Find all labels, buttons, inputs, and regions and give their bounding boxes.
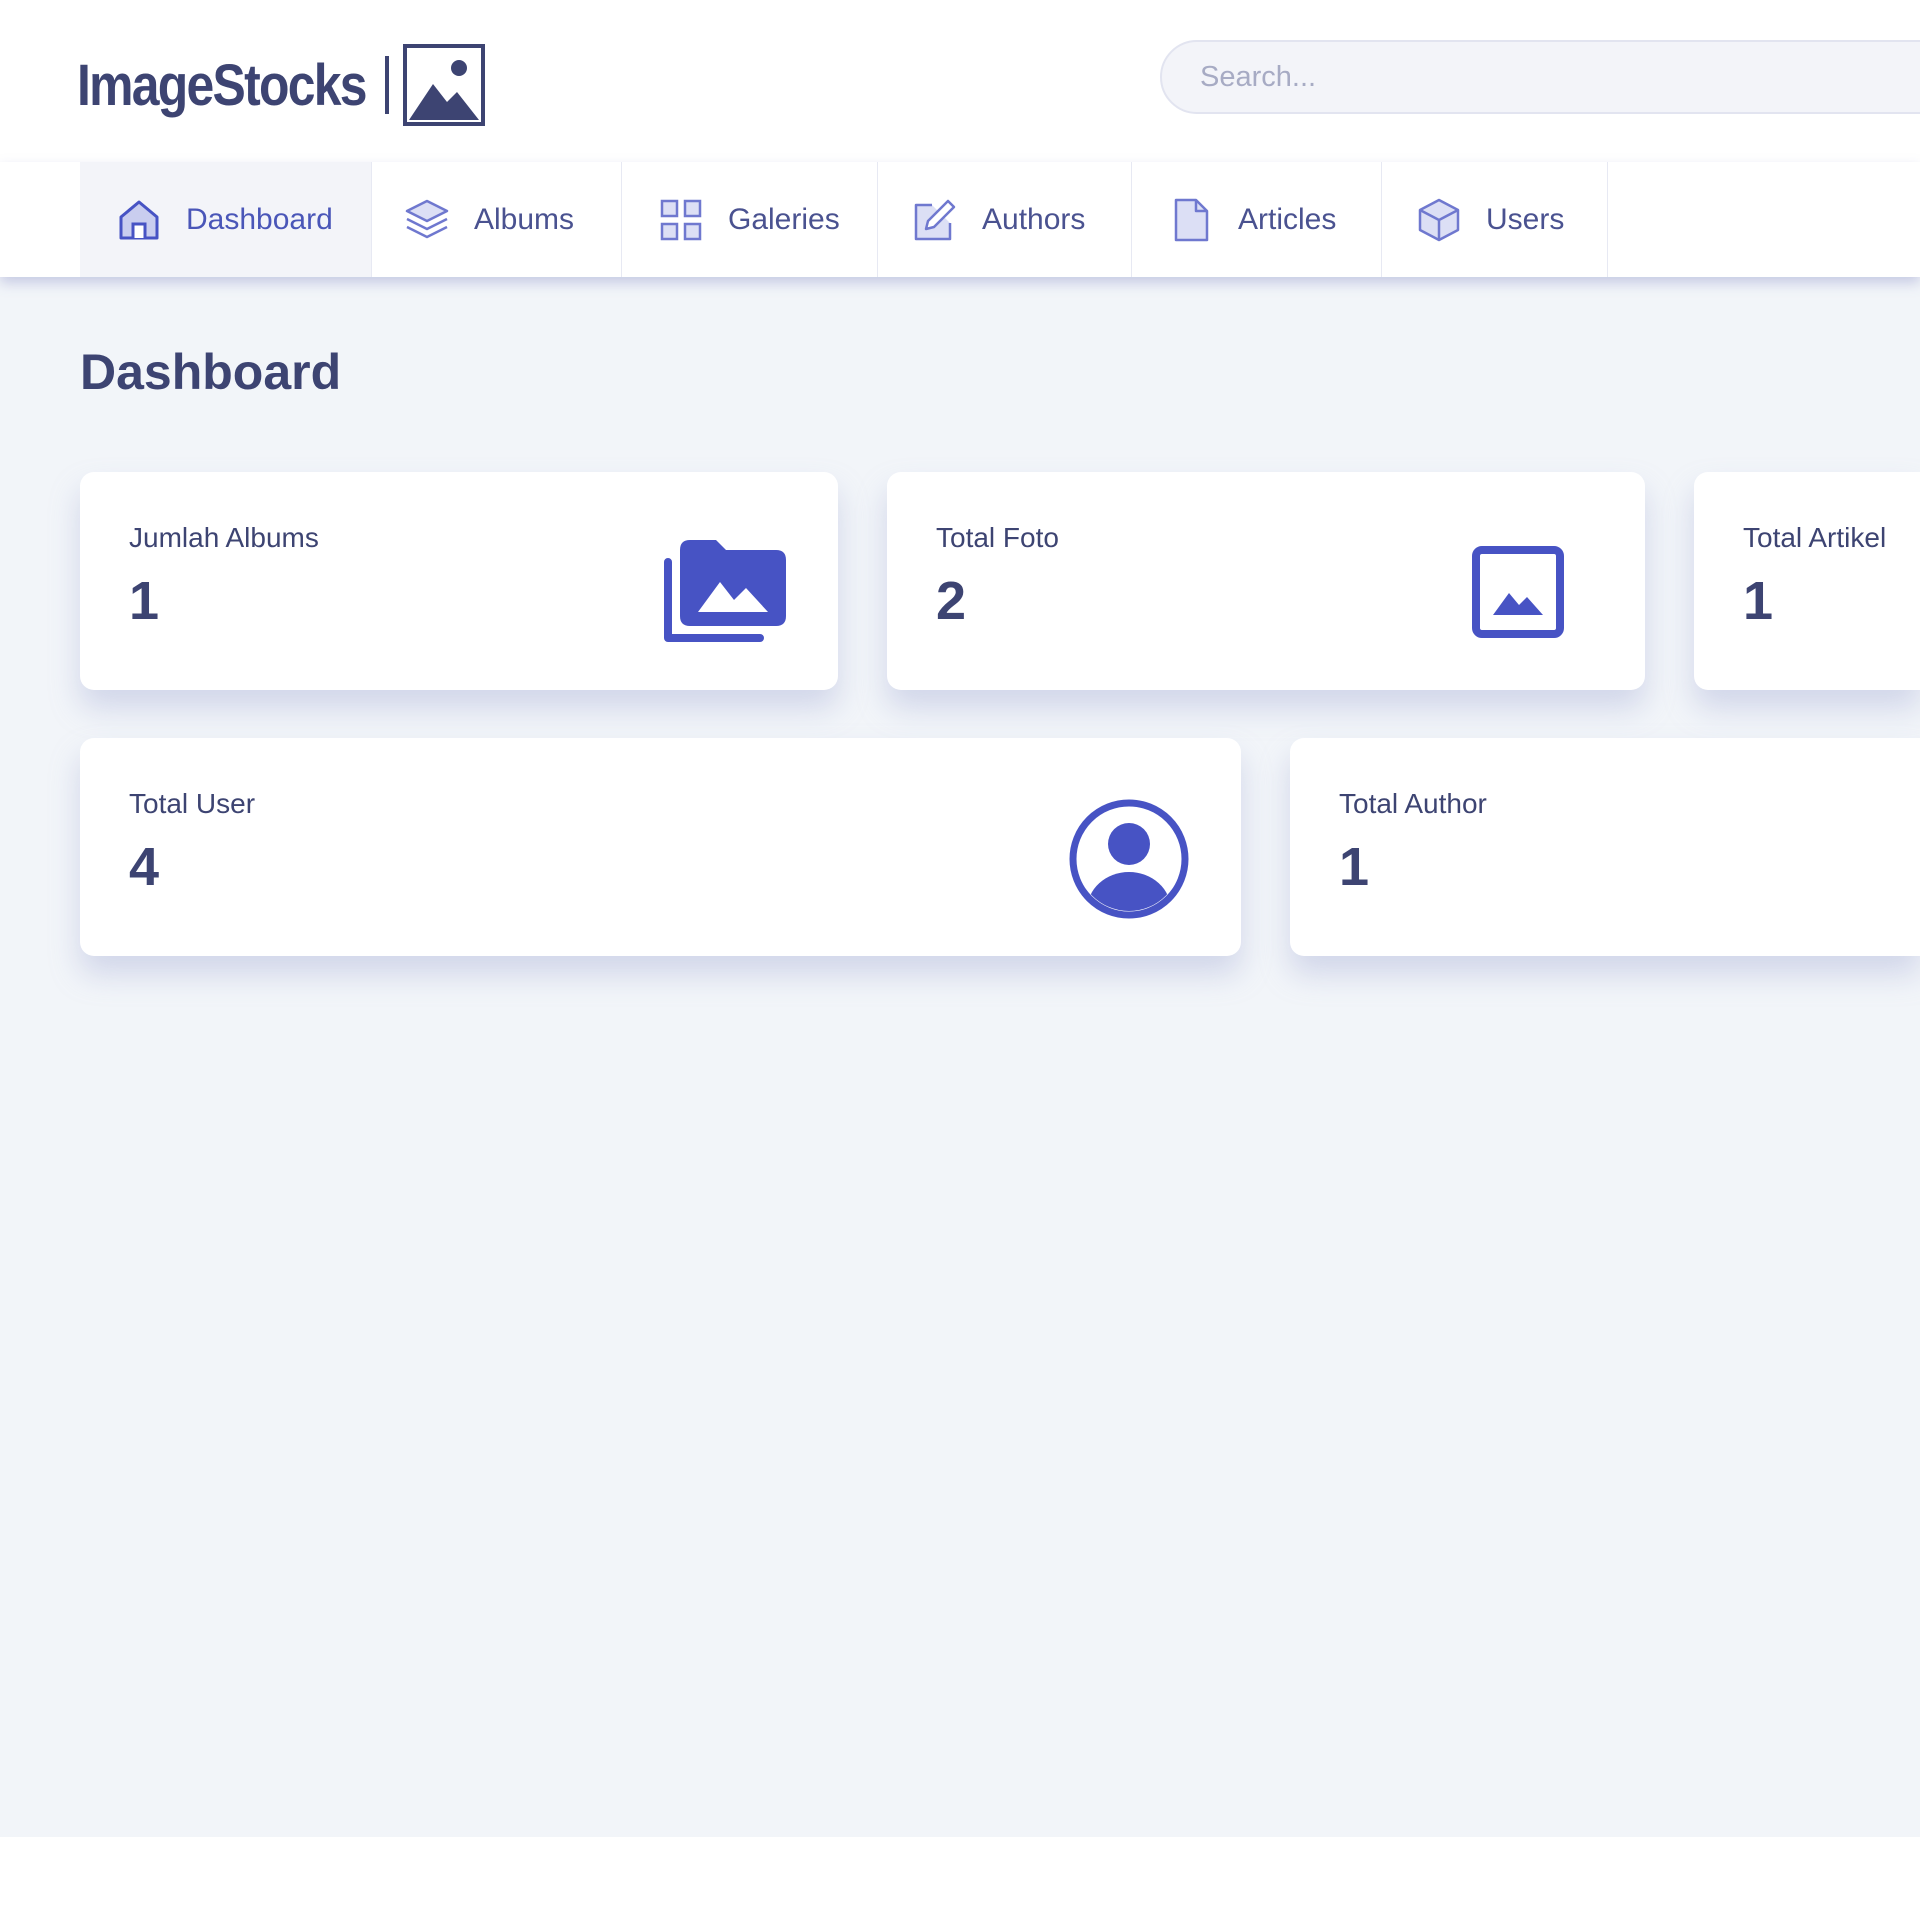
brand-separator (385, 56, 389, 114)
stat-value: 1 (129, 571, 160, 631)
stat-label: Total User (129, 788, 256, 819)
box-icon (1418, 198, 1460, 241)
main-nav: Dashboard Albums Galeries Authors Articl… (0, 162, 1920, 277)
nav-label-dashboard: Dashboard (186, 202, 333, 236)
user-circle-icon (1069, 799, 1189, 919)
stat-label: Total Artikel (1743, 522, 1887, 553)
stat-value: 2 (936, 571, 967, 631)
photo-albums-icon (664, 540, 786, 642)
nav-label-users: Users (1486, 202, 1565, 236)
nav-item-albums[interactable]: Albums (372, 162, 622, 277)
nav-item-dashboard[interactable]: Dashboard (80, 162, 372, 277)
stat-label: Total Author (1339, 788, 1487, 819)
stat-card-artikel[interactable]: Total Artikel 1 (1694, 472, 1920, 690)
nav-item-users[interactable]: Users (1382, 162, 1608, 277)
stat-value: 4 (129, 837, 160, 897)
home-icon (119, 200, 159, 239)
stat-label: Total Foto (936, 522, 1059, 553)
file-icon (1174, 198, 1209, 241)
layers-icon (405, 199, 449, 238)
stat-card-albums[interactable]: Jumlah Albums 1 (80, 472, 838, 690)
stat-value: 1 (1339, 837, 1370, 897)
stat-label: Jumlah Albums (129, 522, 319, 553)
nav-item-galeries[interactable]: Galeries (622, 162, 878, 277)
header: ImageStocks (0, 0, 1920, 163)
nav-label-galeries: Galeries (728, 202, 840, 236)
brand-logo[interactable]: ImageStocks (77, 42, 485, 128)
nav-item-articles[interactable]: Articles (1132, 162, 1382, 277)
brand-name: ImageStocks (77, 52, 368, 118)
nav-item-authors[interactable]: Authors (878, 162, 1132, 277)
main-content: Dashboard Jumlah Albums 1 Total Foto 2 T… (0, 277, 1920, 1837)
page-title: Dashboard (80, 344, 342, 400)
picture-icon (403, 44, 485, 126)
grid-icon (660, 199, 702, 240)
search-input[interactable] (1160, 40, 1920, 114)
nav-label-authors: Authors (982, 202, 1086, 236)
stat-card-author[interactable]: Total Author 1 (1290, 738, 1920, 956)
stat-value: 1 (1743, 571, 1774, 631)
stat-card-user[interactable]: Total User 4 (80, 738, 1241, 956)
nav-label-articles: Articles (1238, 202, 1337, 236)
nav-label-albums: Albums (474, 202, 575, 236)
image-icon (1472, 546, 1564, 638)
stat-card-foto[interactable]: Total Foto 2 (887, 472, 1645, 690)
edit-icon (914, 199, 956, 240)
